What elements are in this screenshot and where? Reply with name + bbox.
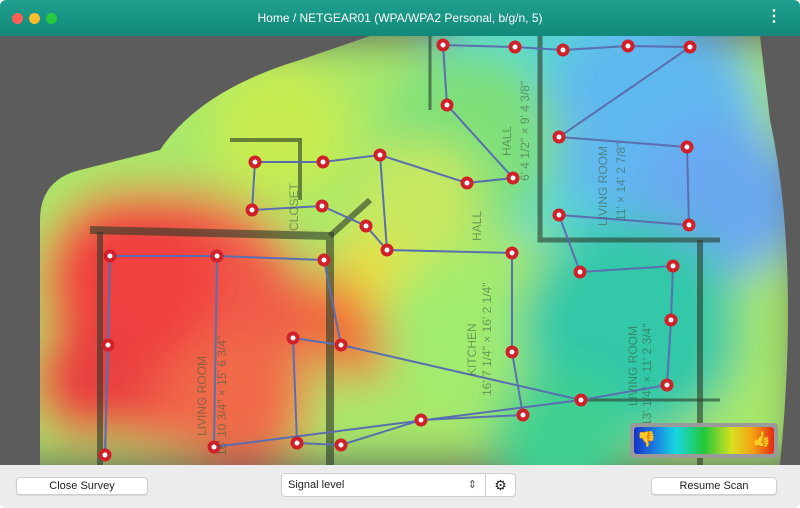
floorplan-label-living-room-left-dim: 16' 10 3/4" × 15' 6 3/4"	[215, 335, 229, 456]
floorplan-label-living-room-top-right: LIVING ROOM	[596, 145, 610, 226]
scan-point[interactable]	[574, 393, 588, 407]
scan-point[interactable]	[101, 338, 115, 352]
scan-point[interactable]	[98, 448, 112, 462]
floorplan-label-kitchen-dim: 16' 7 1/4" × 16' 2 1/4"	[480, 282, 494, 396]
thumbs-up-icon: 👍	[752, 431, 771, 448]
scan-point[interactable]	[245, 203, 259, 217]
heatmap-canvas[interactable]: LIVING ROOM 16' 10 3/4" × 15' 6 3/4" KITCH…	[0, 36, 800, 465]
scan-point[interactable]	[682, 218, 696, 232]
scan-point[interactable]	[290, 436, 304, 450]
scan-point[interactable]	[621, 39, 635, 53]
floorplan-label-living-room-bottom-right: LIVING ROOM	[626, 325, 640, 406]
scan-point[interactable]	[666, 259, 680, 273]
scan-point[interactable]	[373, 148, 387, 162]
floorplan-label-living-room-top-right-dim: 11' × 14' 2 7/8"	[614, 142, 628, 221]
scan-point[interactable]	[552, 130, 566, 144]
scan-point[interactable]	[660, 378, 674, 392]
scan-point[interactable]	[505, 246, 519, 260]
scan-point[interactable]	[440, 98, 454, 112]
scan-point[interactable]	[460, 176, 474, 190]
minimize-window-button[interactable]	[29, 13, 40, 24]
survey-window: Home / NETGEAR01 (WPA/WPA2 Personal, b/g…	[0, 0, 800, 508]
scan-point[interactable]	[317, 253, 331, 267]
visualization-select[interactable]: Signal level ⇕	[281, 473, 486, 497]
bottom-toolbar: Close Survey Signal level ⇕ ⚙ Resume Scan	[0, 465, 800, 508]
floorplan-label-kitchen: KITCHEN	[465, 323, 479, 376]
scan-point[interactable]	[334, 438, 348, 452]
floorplan-label-closet: CLOSET	[287, 182, 301, 231]
chevron-updown-icon: ⇕	[467, 479, 477, 491]
floorplan-label-hall-top-dim: 6' 4 1/2" × 9' 4 3/8"	[518, 80, 532, 181]
scan-point[interactable]	[573, 265, 587, 279]
scan-point[interactable]	[664, 313, 678, 327]
scan-point[interactable]	[380, 243, 394, 257]
scan-point[interactable]	[552, 208, 566, 222]
heatmap-svg	[40, 36, 788, 465]
floorplan-label-living-room-bottom-right-dim: 13' 1/4" × 11' 2 3/4"	[640, 323, 654, 426]
signal-legend: 👎 👍	[630, 423, 778, 458]
scan-point[interactable]	[286, 331, 300, 345]
vertical-ellipsis-icon[interactable]: ⋮	[766, 8, 782, 26]
title-bar: Home / NETGEAR01 (WPA/WPA2 Personal, b/g…	[0, 0, 800, 36]
scan-point[interactable]	[334, 338, 348, 352]
scan-point[interactable]	[508, 40, 522, 54]
scan-point[interactable]	[516, 408, 530, 422]
scan-point[interactable]	[436, 38, 450, 52]
signal-gradient: 👎 👍	[634, 427, 774, 454]
scan-point[interactable]	[210, 249, 224, 263]
scan-point[interactable]	[316, 155, 330, 169]
scan-point[interactable]	[359, 219, 373, 233]
scan-point[interactable]	[414, 413, 428, 427]
scan-point[interactable]	[315, 199, 329, 213]
select-value: Signal level	[288, 479, 345, 491]
gear-icon[interactable]: ⚙	[485, 473, 516, 497]
close-window-button[interactable]	[12, 13, 23, 24]
floorplan-label-living-room-left: LIVING ROOM	[195, 355, 209, 436]
scan-point[interactable]	[680, 140, 694, 154]
zoom-window-button[interactable]	[46, 13, 57, 24]
floorplan-label-hall-mid: HALL	[470, 210, 484, 241]
thumbs-down-icon: 👎	[637, 431, 656, 448]
scan-point[interactable]	[248, 155, 262, 169]
scan-point[interactable]	[505, 345, 519, 359]
scan-point[interactable]	[683, 40, 697, 54]
scan-point[interactable]	[556, 43, 570, 57]
scan-point[interactable]	[103, 249, 117, 263]
floorplan-label-hall-top: HALL	[500, 125, 514, 156]
resume-scan-button[interactable]: Resume Scan	[651, 477, 777, 495]
close-survey-button[interactable]: Close Survey	[16, 477, 148, 495]
window-title: Home / NETGEAR01 (WPA/WPA2 Personal, b/g…	[257, 11, 543, 25]
